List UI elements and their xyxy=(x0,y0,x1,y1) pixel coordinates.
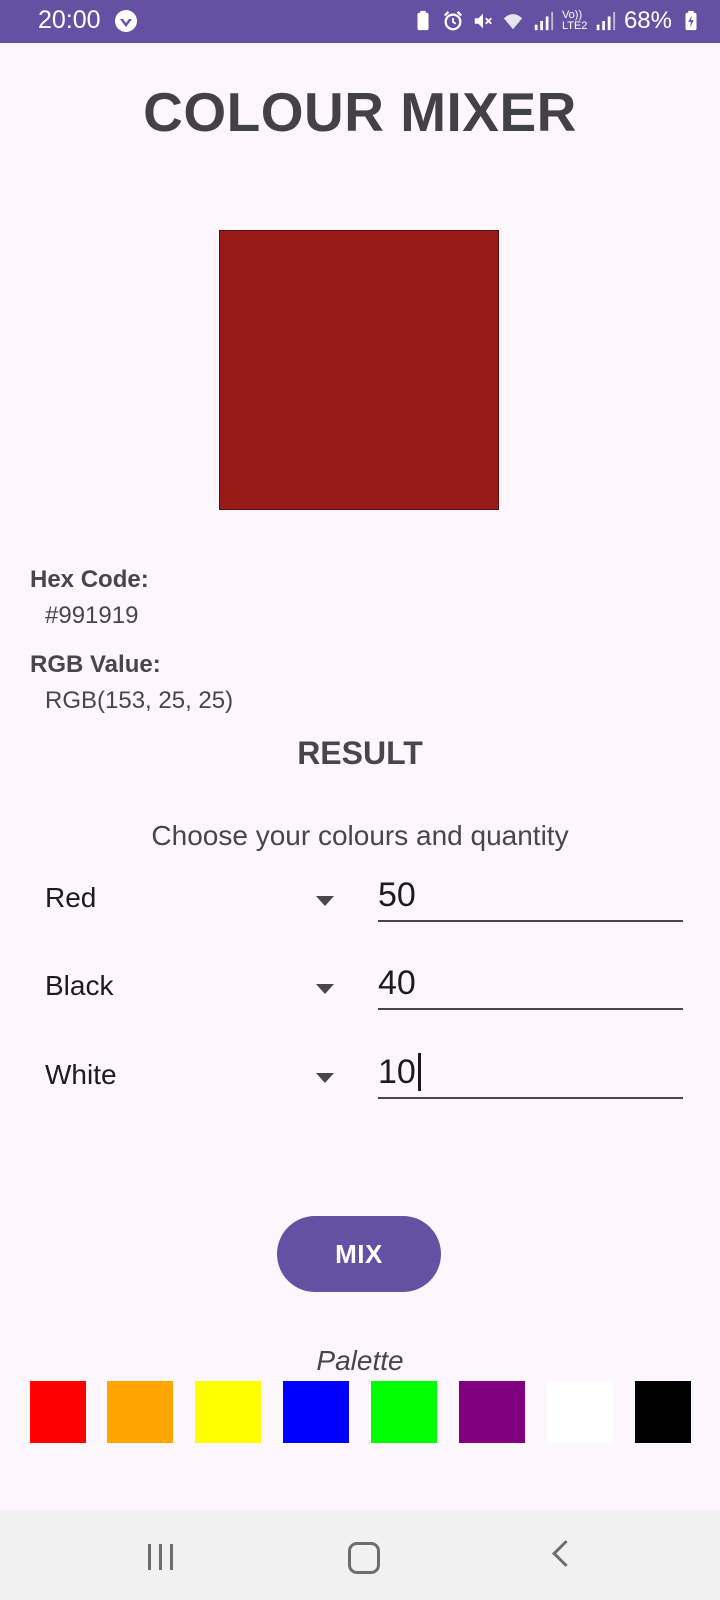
quantity-value-1: 50 xyxy=(378,875,416,914)
vpn-icon xyxy=(115,10,137,32)
palette-color-chip[interactable] xyxy=(195,1381,261,1443)
palette-color-chip[interactable] xyxy=(30,1381,86,1443)
quantity-input-3[interactable]: 10 xyxy=(378,1047,683,1099)
mute-icon xyxy=(474,13,492,29)
dropdown-arrow-icon[interactable] xyxy=(316,1073,334,1083)
status-icons: Vo)) LTE2 68% xyxy=(412,6,702,36)
colour-row-2: Black 40 xyxy=(0,958,720,1018)
signal-2-icon xyxy=(596,11,616,31)
app-title: COLOUR MIXER xyxy=(143,81,577,143)
back-icon[interactable] xyxy=(552,1540,579,1567)
palette-swatches xyxy=(0,1381,720,1443)
battery-saver-icon xyxy=(417,10,429,31)
result-color-swatch xyxy=(219,230,499,510)
quantity-input-1[interactable]: 50 xyxy=(378,870,683,922)
recent-apps-icon[interactable] xyxy=(148,1544,176,1570)
palette-color-chip[interactable] xyxy=(459,1381,525,1443)
system-nav-bar xyxy=(0,1510,720,1600)
colour-row-3: White 10 xyxy=(0,1047,720,1107)
status-bar: 20:00 Vo)) LTE2 68% xyxy=(0,0,720,43)
text-cursor xyxy=(417,1053,421,1091)
battery-charging-icon xyxy=(685,10,697,31)
rgb-value-label: RGB Value: xyxy=(30,651,161,678)
palette-color-chip[interactable] xyxy=(371,1381,437,1443)
mix-button[interactable]: MIX xyxy=(277,1216,441,1292)
palette-color-chip[interactable] xyxy=(107,1381,173,1443)
colour-row-1: Red 50 xyxy=(0,870,720,930)
colour-select-2[interactable]: Black xyxy=(45,970,113,1002)
palette-color-chip[interactable] xyxy=(283,1381,349,1443)
dropdown-arrow-icon[interactable] xyxy=(316,896,334,906)
home-icon[interactable] xyxy=(348,1542,380,1574)
palette-title: Palette xyxy=(316,1345,404,1376)
quantity-value-2: 40 xyxy=(378,963,416,1002)
quantity-value-3: 10 xyxy=(378,1052,416,1091)
signal-1-icon xyxy=(534,11,554,31)
result-heading: RESULT xyxy=(297,735,423,771)
quantity-input-2[interactable]: 40 xyxy=(378,958,683,1010)
hex-code-value: #991919 xyxy=(45,602,139,629)
battery-percent: 68% xyxy=(623,7,672,34)
colour-select-3[interactable]: White xyxy=(45,1059,117,1091)
colour-select-1[interactable]: Red xyxy=(45,882,96,914)
status-time: 20:00 xyxy=(38,6,101,34)
instruction-text: Choose your colours and quantity xyxy=(151,820,569,851)
hex-code-label: Hex Code: xyxy=(30,566,149,593)
rgb-value-value: RGB(153, 25, 25) xyxy=(45,687,234,714)
network-type: Vo)) LTE2 xyxy=(561,9,588,32)
palette-color-chip[interactable] xyxy=(547,1381,613,1443)
dropdown-arrow-icon[interactable] xyxy=(316,984,334,994)
alarm-icon xyxy=(443,11,463,31)
wifi-icon xyxy=(503,14,523,30)
palette-color-chip[interactable] xyxy=(635,1381,691,1443)
